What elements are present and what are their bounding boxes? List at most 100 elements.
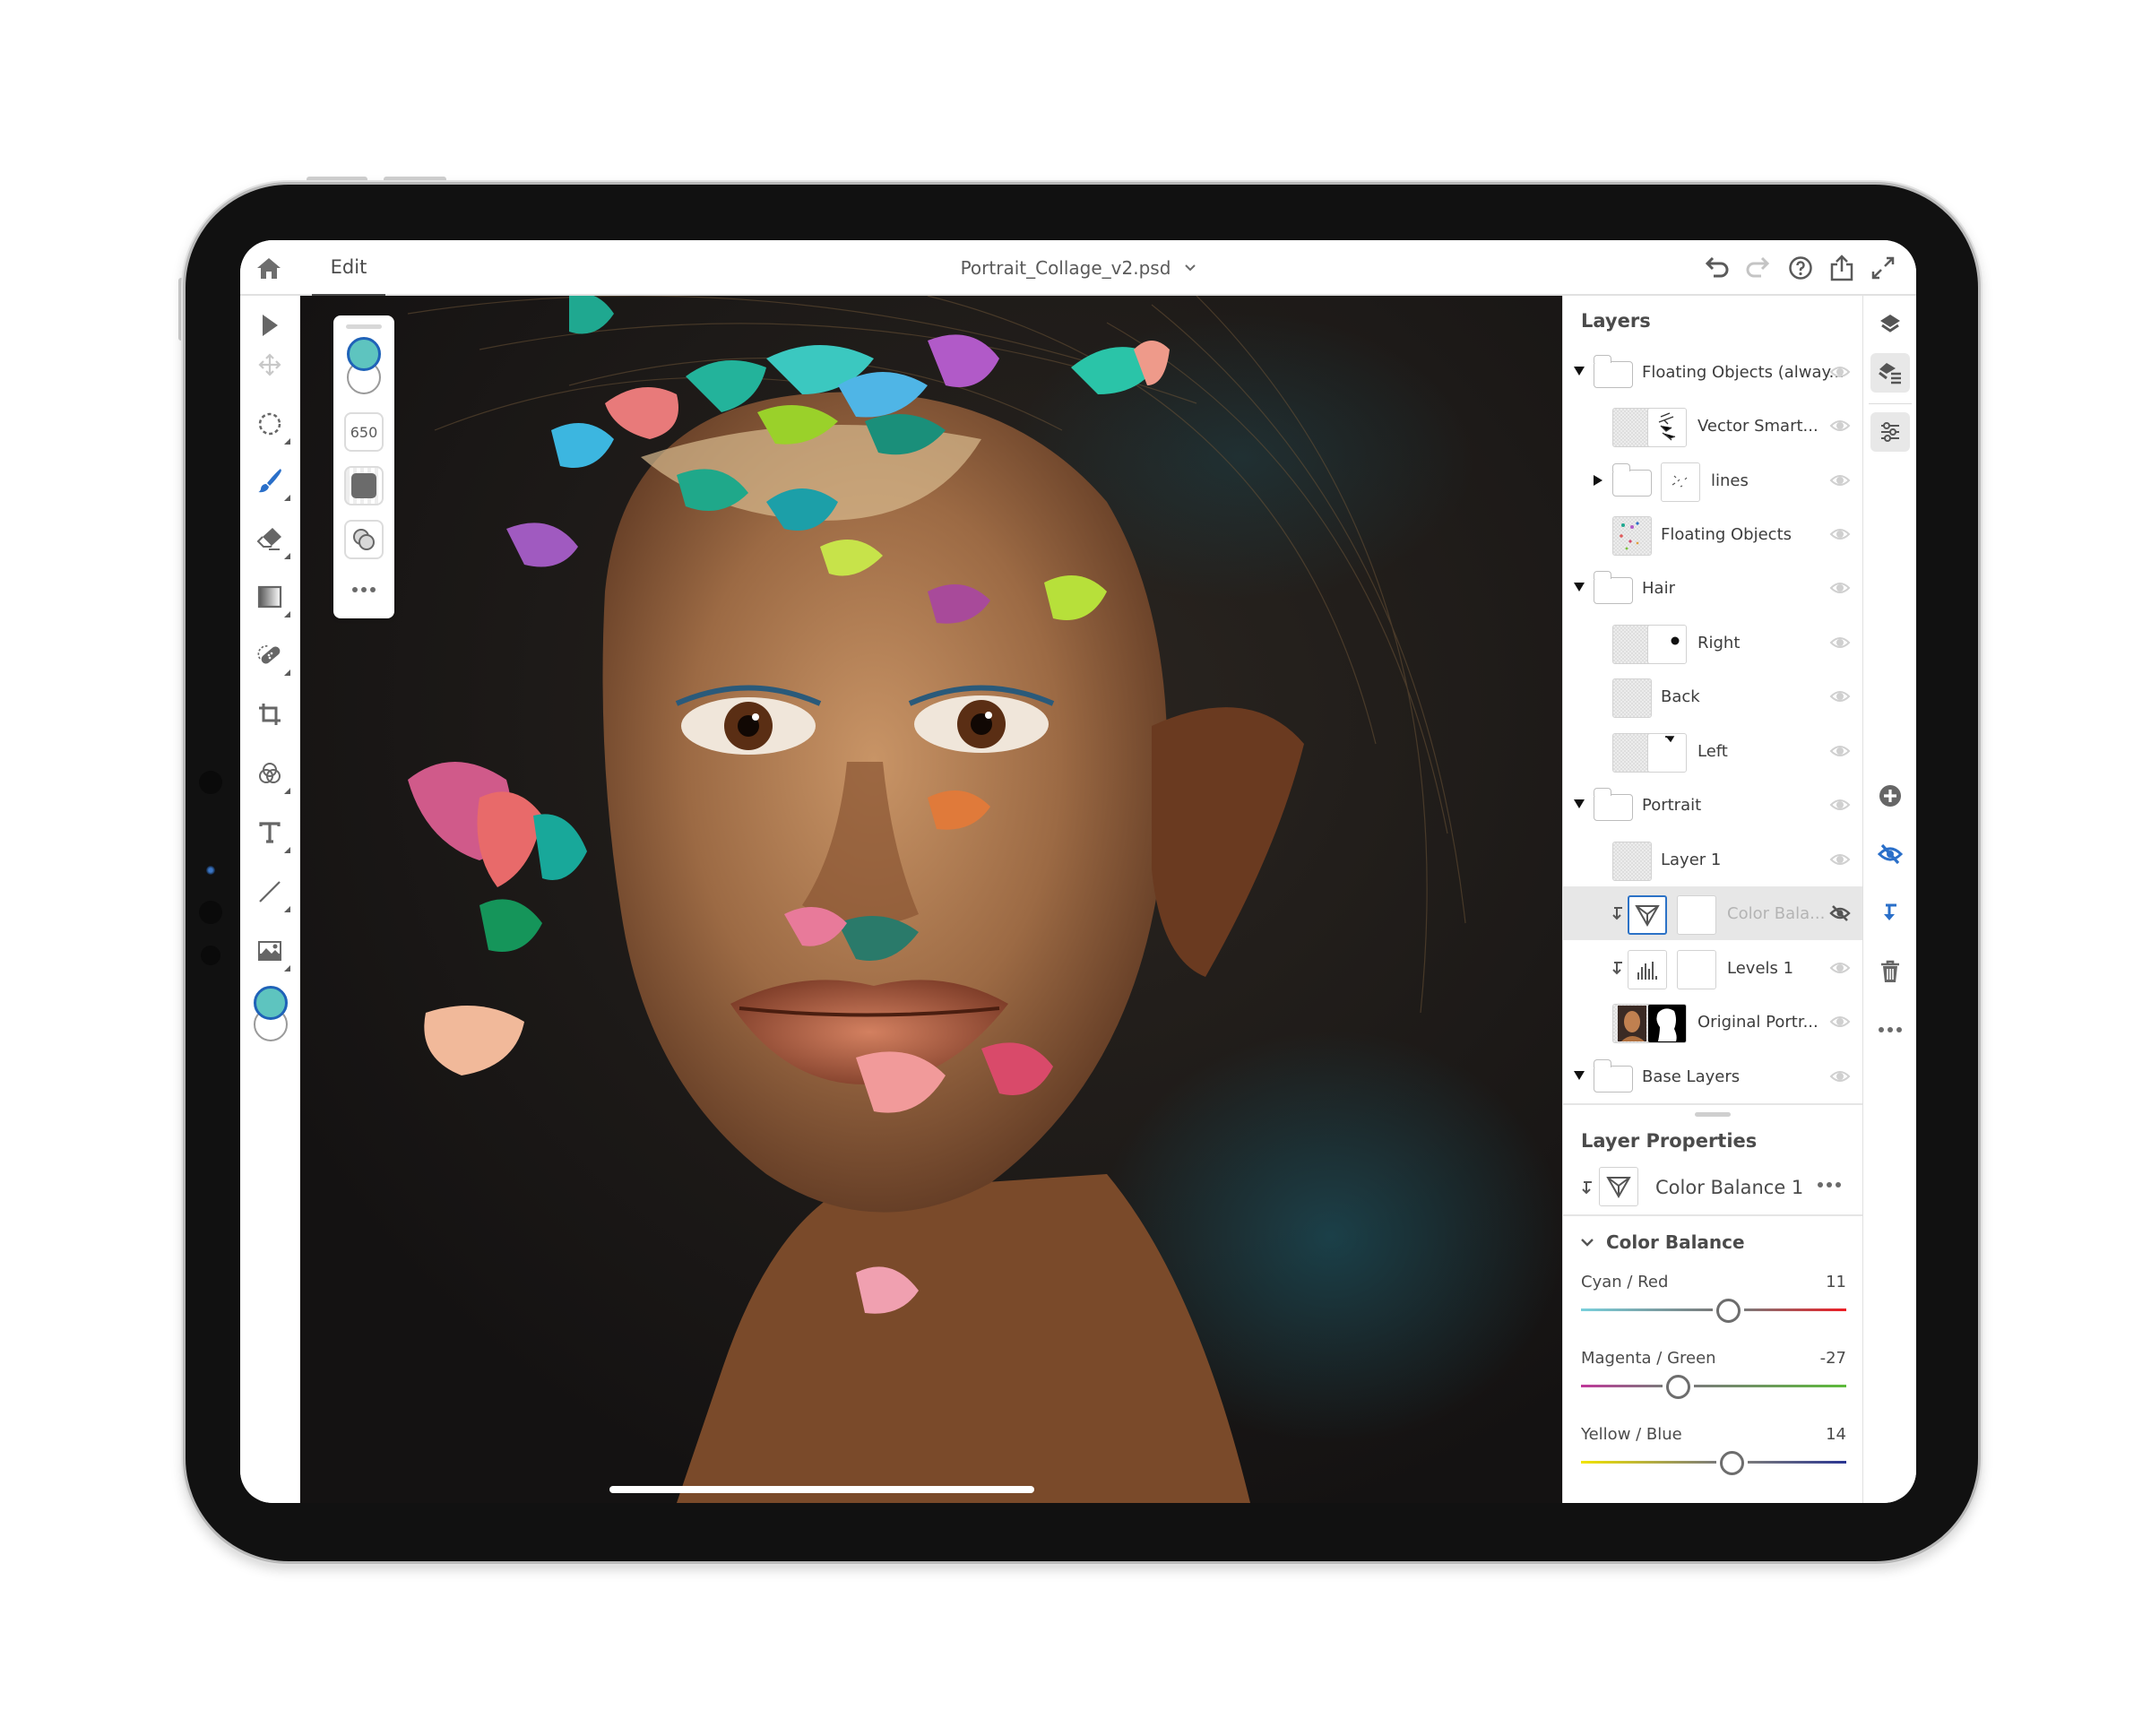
layer-row[interactable]: Right xyxy=(1563,616,1862,669)
foreground-color-swatch[interactable] xyxy=(347,337,381,371)
collapse-triangle-icon[interactable] xyxy=(1574,583,1585,592)
slider-thumb[interactable] xyxy=(1665,1375,1690,1399)
adjustments-panel-button[interactable] xyxy=(1870,412,1910,452)
eye-icon[interactable] xyxy=(1829,796,1851,814)
fullscreen-button[interactable] xyxy=(1867,252,1899,284)
layer-row[interactable]: Floating Objects xyxy=(1563,507,1862,561)
tool-options-more-button[interactable] xyxy=(344,581,384,599)
help-button[interactable] xyxy=(1784,252,1817,284)
layer-row[interactable]: Portrait xyxy=(1563,778,1862,832)
layer-row[interactable]: Left xyxy=(1563,724,1862,778)
layer-row[interactable]: Back xyxy=(1563,669,1862,723)
layer-row[interactable]: Layer 1 xyxy=(1563,833,1862,886)
chevron-down-icon[interactable] xyxy=(1185,264,1196,272)
layer-thumbnail xyxy=(1612,678,1652,718)
eye-icon[interactable] xyxy=(1829,417,1851,435)
folder-icon xyxy=(1593,355,1633,388)
submenu-indicator xyxy=(284,788,290,794)
slider-track-left[interactable] xyxy=(1581,1385,1663,1387)
home-indicator[interactable] xyxy=(609,1486,1034,1493)
place-image-tool[interactable] xyxy=(247,928,292,973)
more-icon xyxy=(1879,1027,1902,1032)
collapse-triangle-icon[interactable] xyxy=(1574,367,1585,376)
healing-tool[interactable] xyxy=(247,633,292,678)
foreground-color-swatch[interactable] xyxy=(254,986,288,1020)
add-layer-button[interactable] xyxy=(1870,776,1910,816)
share-button[interactable] xyxy=(1826,252,1858,284)
delete-layer-button[interactable] xyxy=(1870,952,1910,991)
layer-mask-thumbnail xyxy=(1647,1004,1687,1043)
eye-icon[interactable] xyxy=(1829,742,1851,760)
panel-grip-handle[interactable] xyxy=(346,324,382,329)
slider-track-right[interactable] xyxy=(1743,1308,1846,1311)
layer-mask-thumbnail xyxy=(1647,625,1687,664)
color-swatches[interactable] xyxy=(251,986,290,1049)
adjustments-tool[interactable] xyxy=(247,751,292,796)
layer-name: Portrait xyxy=(1642,795,1702,815)
blend-mode-button[interactable] xyxy=(344,520,384,559)
slider-value: 14 xyxy=(1826,1425,1846,1444)
select-tool[interactable] xyxy=(247,303,292,348)
expand-triangle-icon[interactable] xyxy=(1594,475,1602,486)
move-tool[interactable] xyxy=(247,342,292,387)
layer-row[interactable]: Hair xyxy=(1563,561,1862,615)
adjustment-thumbnail xyxy=(1628,895,1667,935)
slider-magenta-green: Magenta / Green -27 xyxy=(1581,1349,1846,1421)
line-tool[interactable] xyxy=(247,869,292,914)
collapse-triangle-icon[interactable] xyxy=(1574,799,1585,808)
layer-row[interactable]: lines xyxy=(1563,453,1862,507)
eye-icon[interactable] xyxy=(1829,634,1851,652)
undo-button[interactable] xyxy=(1701,252,1733,284)
type-tool[interactable] xyxy=(247,810,292,855)
more-options-button[interactable] xyxy=(1870,1010,1910,1049)
eraser-tool[interactable] xyxy=(247,516,292,561)
layer-row-selected[interactable]: Color Bala... xyxy=(1563,886,1862,940)
eye-icon[interactable] xyxy=(1829,525,1851,543)
selected-layer-name[interactable]: Color Balance 1 xyxy=(1655,1159,1803,1216)
color-balance-section-toggle[interactable]: Color Balance xyxy=(1581,1224,1745,1260)
panel-resize-handle[interactable] xyxy=(1695,1112,1731,1117)
eye-icon[interactable] xyxy=(1829,363,1851,381)
eye-icon[interactable] xyxy=(1829,471,1851,489)
slider-thumb[interactable] xyxy=(1720,1451,1745,1475)
tool-color-swatches[interactable] xyxy=(344,337,384,402)
brush-tool[interactable] xyxy=(247,458,292,503)
slider-track-left[interactable] xyxy=(1581,1308,1713,1311)
slider-track-left[interactable] xyxy=(1581,1461,1717,1464)
submenu-indicator xyxy=(284,906,290,912)
layer-row[interactable]: Floating Objects (alway... xyxy=(1563,345,1862,399)
layer-thumbnail xyxy=(1661,462,1700,502)
layers-panel-button[interactable] xyxy=(1870,305,1910,344)
brush-size-field[interactable]: 650 xyxy=(344,412,384,452)
brush-hardness-button[interactable] xyxy=(344,466,384,505)
slider-thumb[interactable] xyxy=(1715,1299,1741,1323)
layer-row[interactable]: Vector Smart... xyxy=(1563,399,1862,453)
eye-icon[interactable] xyxy=(1829,1013,1851,1031)
document-canvas[interactable] xyxy=(300,296,1562,1503)
eye-icon[interactable] xyxy=(1829,1067,1851,1085)
eye-icon[interactable] xyxy=(1829,851,1851,868)
layer-row[interactable]: Levels 1 xyxy=(1563,941,1862,995)
layer-more-options-button[interactable] xyxy=(1818,1182,1841,1188)
top-bar: Edit Portrait_Collage_v2.psd xyxy=(240,240,1916,296)
slider-track-right[interactable] xyxy=(1693,1385,1846,1387)
eye-hidden-icon[interactable] xyxy=(1829,904,1851,922)
lasso-select-tool[interactable] xyxy=(247,402,292,446)
eye-icon[interactable] xyxy=(1829,687,1851,705)
redo-button[interactable] xyxy=(1741,252,1774,284)
layer-list-button[interactable] xyxy=(1870,353,1910,393)
folder-icon xyxy=(1593,571,1633,604)
slider-track-right[interactable] xyxy=(1748,1461,1846,1464)
clip-layer-button[interactable] xyxy=(1870,893,1910,932)
layer-mask-thumbnail xyxy=(1647,733,1687,773)
layer-row[interactable]: Base Layers xyxy=(1563,1049,1862,1105)
crop-tool[interactable] xyxy=(247,692,292,737)
toggle-visibility-button[interactable] xyxy=(1870,834,1910,874)
collapse-triangle-icon[interactable] xyxy=(1574,1071,1585,1080)
eye-icon[interactable] xyxy=(1829,579,1851,597)
document-title[interactable]: Portrait_Collage_v2.psd xyxy=(961,257,1171,279)
redo-icon xyxy=(1746,257,1770,278)
gradient-tool[interactable] xyxy=(247,574,292,619)
eye-icon[interactable] xyxy=(1829,959,1851,977)
layer-row[interactable]: Original Portr... xyxy=(1563,995,1862,1049)
